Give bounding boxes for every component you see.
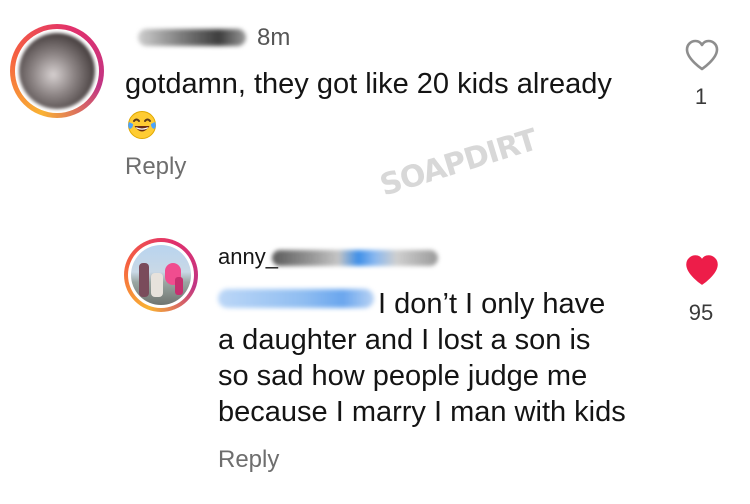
- reply-text-line: a daughter and I lost a son is: [218, 324, 591, 356]
- avatar-photo: [131, 245, 191, 305]
- like-count: 1: [694, 84, 708, 109]
- reply-text-line: I don’t I only have: [378, 288, 606, 320]
- reply-button[interactable]: Reply: [218, 446, 279, 474]
- reply-text-line: so sad how people judge me: [218, 360, 588, 392]
- comment-text: gotdamn, they got like 20 kids already: [125, 68, 612, 100]
- reply-text-line: because I marry I man with kids: [218, 396, 626, 428]
- heart-outline-icon[interactable]: [684, 38, 720, 72]
- commenter-avatar[interactable]: [10, 24, 104, 118]
- avatar-photo-blurred: [19, 33, 95, 109]
- reply-button[interactable]: Reply: [125, 153, 186, 181]
- like-count: 95: [688, 300, 714, 325]
- watermark: SOAPDIRT: [376, 122, 541, 204]
- comment-timestamp: 8m: [257, 24, 291, 51]
- reply-username[interactable]: anny_: [218, 244, 278, 270]
- redacted-username: [138, 29, 246, 46]
- face-with-tears-of-joy-icon: [128, 111, 156, 139]
- replier-avatar[interactable]: [124, 238, 198, 312]
- reply-text: I don’t I only have a daughter and I los…: [218, 286, 658, 430]
- heart-filled-icon[interactable]: [684, 253, 720, 287]
- redacted-username-suffix: [272, 250, 438, 266]
